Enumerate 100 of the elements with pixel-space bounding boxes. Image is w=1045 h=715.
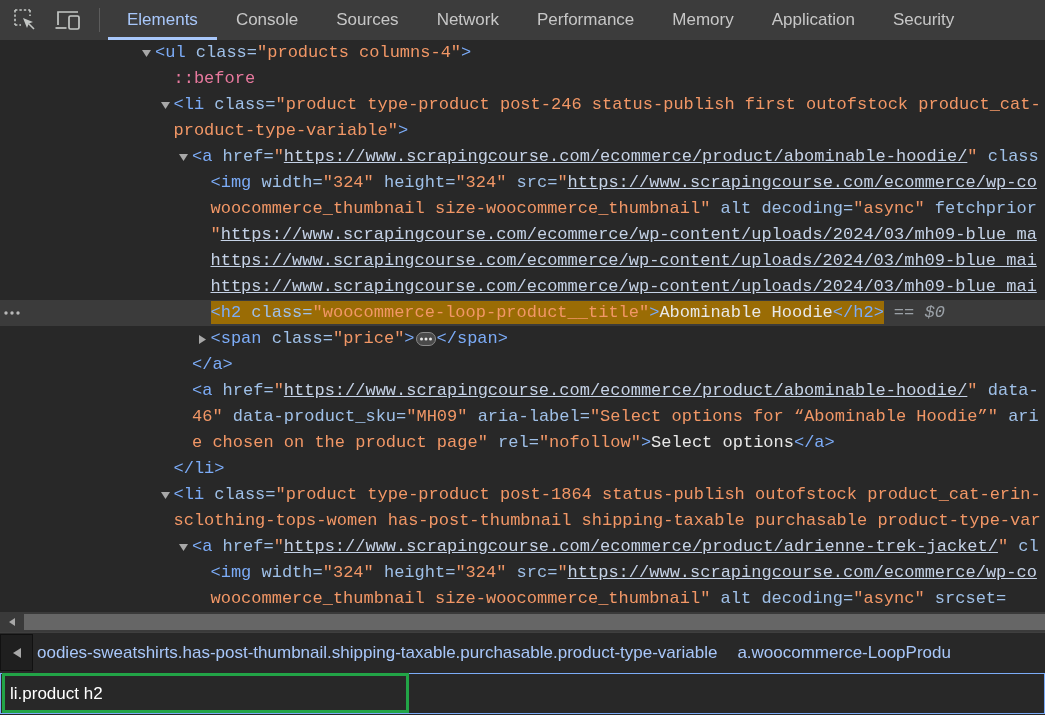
html-tag: <li bbox=[173, 485, 205, 504]
triangle-down-icon[interactable] bbox=[179, 542, 188, 552]
search-field[interactable]: li.product h2 bbox=[0, 673, 1045, 714]
attribute-value: 46" bbox=[192, 407, 223, 426]
attribute-name: decoding= bbox=[761, 589, 854, 608]
breadcrumb[interactable]: a.woocommerce-LoopProdu bbox=[737, 642, 951, 663]
attribute-name: decoding= bbox=[761, 199, 854, 218]
breadcrumb[interactable]: oodies-sweatshirts.has-post-thumbnail.shipping-taxable.purchasable.product-type-variable bbox=[37, 642, 718, 663]
panel-tab[interactable]: Application bbox=[752, 0, 874, 40]
attribute-name: ari bbox=[1008, 407, 1039, 426]
attribute-value: "woocommerce-loop-product__title" bbox=[312, 303, 650, 322]
horizontal-scrollbar[interactable] bbox=[0, 612, 1045, 632]
attribute-name: class= bbox=[214, 95, 276, 114]
attribute-value: " bbox=[967, 147, 978, 166]
scrollbar-thumb[interactable] bbox=[24, 614, 1045, 630]
html-tag: </li> bbox=[173, 459, 225, 478]
html-tag: <a bbox=[192, 147, 213, 166]
url-link[interactable]: https://www.scrapingcourse.com/ecommerce/wp-content/uploads/2024/03/mh09-blue_mai bbox=[210, 277, 1037, 296]
html-tag: <img bbox=[210, 173, 252, 192]
attribute-name: data- bbox=[987, 381, 1039, 400]
panel-tab[interactable]: Console bbox=[216, 0, 318, 40]
triangle-down-icon[interactable] bbox=[179, 152, 188, 162]
attribute-name: height= bbox=[383, 563, 456, 582]
html-tag: <span bbox=[210, 329, 262, 348]
url-link[interactable]: https://www.scrapingcourse.com/ecommerce/wp-content/uploads/2024/03/mh09-blue_mai bbox=[210, 251, 1037, 270]
attribute-value: " bbox=[210, 225, 221, 244]
triangle-left-icon[interactable] bbox=[11, 647, 22, 658]
panel-tab[interactable]: Sources bbox=[317, 0, 418, 40]
attribute-value: " bbox=[997, 537, 1009, 556]
device-icon bbox=[55, 9, 81, 31]
attribute-value: "async" bbox=[853, 199, 925, 218]
attribute-value: "324" bbox=[322, 563, 374, 582]
panel-tab[interactable]: Network bbox=[417, 0, 518, 40]
attribute-name: data-product_sku= bbox=[232, 407, 407, 426]
attribute-value: "products columns-4" bbox=[257, 43, 462, 62]
attribute-name: fetchprior bbox=[934, 199, 1037, 218]
attribute-name: alt bbox=[720, 589, 752, 608]
url-link[interactable]: https://www.scrapingcourse.com/ecommerce/product/adrienne-trek-jacket/ bbox=[283, 537, 998, 556]
attribute-name: class= bbox=[271, 329, 333, 348]
attribute-name: srcset= bbox=[934, 589, 1007, 608]
triangle-down-icon[interactable] bbox=[142, 48, 151, 58]
triangle-down-icon[interactable] bbox=[160, 100, 170, 110]
attribute-name: href= bbox=[222, 537, 274, 556]
html-tag: <img bbox=[210, 563, 252, 582]
attribute-value: woocommerce_thumbnail size-woocommerce_thumbnail" bbox=[210, 589, 711, 608]
url-link[interactable]: https://www.scrapingcourse.com/ecommerce/product/abominable-hoodie/ bbox=[283, 381, 968, 400]
attribute-value: sclothing-tops-women has-post-thumbnail shipping-taxable purchasable product-type-var bbox=[173, 511, 1041, 530]
attribute-name: src= bbox=[516, 563, 558, 582]
html-tag: <a bbox=[192, 537, 213, 556]
attribute-name: rel= bbox=[498, 433, 539, 452]
attribute-name: class= bbox=[214, 485, 276, 504]
attribute-name: width= bbox=[261, 563, 323, 582]
html-tag: </a> bbox=[793, 433, 835, 452]
text-content: Abominable Hoodie bbox=[659, 303, 833, 322]
attribute-value: "MH09" bbox=[406, 407, 468, 426]
attribute-name: width= bbox=[261, 173, 323, 192]
attribute-name: alt bbox=[720, 199, 752, 218]
url-link[interactable]: https://www.scrapingcourse.com/ecommerce/wp-co bbox=[567, 563, 1037, 582]
attribute-value: "nofollow" bbox=[538, 433, 641, 452]
html-tag: > bbox=[649, 303, 660, 322]
panel-tab[interactable]: Security bbox=[873, 0, 974, 40]
inspect-icon bbox=[13, 8, 37, 32]
panel-tab[interactable]: Performance bbox=[518, 0, 654, 40]
triangle-down-icon[interactable] bbox=[160, 490, 170, 500]
text-content: Select options bbox=[651, 433, 794, 452]
attribute-value: woocommerce_thumbnail size-woocommerce_thumbnail" bbox=[210, 199, 711, 218]
html-tag: <li bbox=[173, 95, 205, 114]
selected-row[interactable]: <h2 class="woocommerce-loop-product__title">Abominable Hoodie</h2> == $0 bbox=[0, 300, 1045, 326]
attribute-name: class= bbox=[195, 43, 258, 62]
attribute-name: cl bbox=[1018, 537, 1039, 556]
ellipsis-icon[interactable] bbox=[415, 331, 436, 346]
triangle-right-icon[interactable] bbox=[197, 334, 207, 344]
scroll-left-button[interactable] bbox=[0, 634, 33, 671]
attribute-value: "324" bbox=[455, 563, 507, 582]
attribute-value: " bbox=[273, 381, 284, 400]
attribute-value: "324" bbox=[322, 173, 374, 192]
url-link[interactable]: https://www.scrapingcourse.com/ecommerce/wp-co bbox=[567, 173, 1037, 192]
attribute-name: href= bbox=[222, 147, 274, 166]
html-tag: <h2 bbox=[210, 303, 242, 322]
attribute-name: aria-label= bbox=[477, 407, 590, 426]
attribute-value: "product type-product post-1864 status-publish outofstock product_cat-erin- bbox=[275, 485, 1041, 504]
attribute-name: src= bbox=[516, 173, 558, 192]
attribute-value: product-type-variable" bbox=[173, 121, 398, 140]
pseudo-element: ::before bbox=[173, 69, 256, 88]
html-tag: </a> bbox=[192, 355, 233, 374]
html-tag: > bbox=[640, 433, 652, 452]
ellipsis-icon[interactable] bbox=[4, 311, 20, 315]
html-tag: </h2> bbox=[832, 303, 884, 322]
url-link[interactable]: https://www.scrapingcourse.com/ecommerce/product/abominable-hoodie/ bbox=[283, 147, 968, 166]
html-tag: > bbox=[397, 121, 409, 140]
panel-tab[interactable]: Memory bbox=[653, 0, 753, 40]
attribute-value: " bbox=[967, 381, 978, 400]
attribute-value: "Select options for “Abominable Hoodie”" bbox=[589, 407, 998, 426]
attribute-value: " bbox=[557, 563, 568, 582]
attribute-value: "async" bbox=[853, 589, 925, 608]
triangle-left-icon[interactable] bbox=[8, 618, 16, 626]
html-tag: <ul bbox=[155, 43, 186, 62]
attribute-value: " bbox=[557, 173, 568, 192]
attribute-name: class bbox=[987, 147, 1039, 166]
url-link[interactable]: https://www.scrapingcourse.com/ecommerce/wp-content/uploads/2024/03/mh09-blue_ma bbox=[220, 225, 1037, 244]
